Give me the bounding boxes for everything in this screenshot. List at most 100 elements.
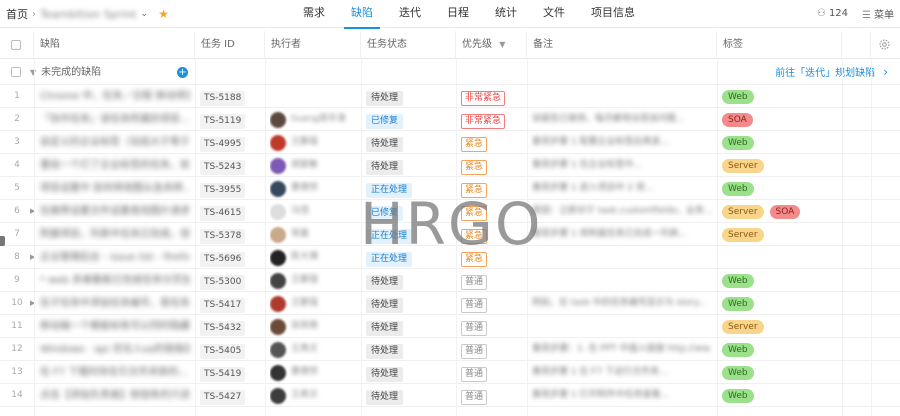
priority-cell[interactable]: 普通 <box>461 338 488 361</box>
table-row[interactable]: 5 项目设置中 如何将视图从急务转... TS-3955 曹德然 正在处理 紧急 重现步骤 … <box>0 177 900 200</box>
note-text[interactable]: 重现步骤：1. 在 PPT 中插入链接 http://ww... <box>532 338 712 361</box>
col-priority[interactable]: 优先级 ▼ <box>456 31 527 59</box>
table-row[interactable]: 12 Windows · api 优化入sa的链接后，点... TS-5405 王再文… <box>0 338 900 361</box>
status-cell[interactable]: 待处理 <box>366 269 404 292</box>
priority-cell[interactable]: 普通 <box>461 361 488 384</box>
tags-cell[interactable]: Server SOA <box>722 200 801 223</box>
status-cell[interactable]: 已修复 <box>366 200 404 223</box>
status-cell[interactable]: 待处理 <box>366 131 404 154</box>
table-row[interactable]: 2 「协作任务」该任务所属的项目... TS-5119 liuang周华涛 已修复 非常紧… <box>0 108 900 131</box>
tags-cell[interactable]: Web <box>722 269 754 292</box>
col-defect[interactable]: 缺陷 <box>34 31 195 59</box>
priority-cell[interactable]: 非常紧急 <box>461 85 506 108</box>
tab-3[interactable]: 日程 <box>434 0 482 28</box>
status-cell[interactable]: 已修复 <box>366 108 404 131</box>
table-row[interactable]: 11 移动端一个模板标有可以同时隐藏... TS-5432 张雨艳 待处理 普通 Serve… <box>0 315 900 338</box>
priority-cell[interactable]: 普通 <box>461 292 488 315</box>
table-row[interactable]: 14 点击【添加负责者】按钮条的只读... TS-5427 王再文 待处理 普通 重现步骤 … <box>0 384 900 407</box>
defect-title[interactable]: * web 多维看板已完成任务分页加... <box>40 269 190 292</box>
defect-title[interactable]: 自定义的企业标签（包括大于等于... <box>40 131 190 154</box>
defect-title[interactable]: 在 F7 下载时存在引文件夹新的... <box>40 361 190 384</box>
priority-cell[interactable]: 紧急 <box>461 154 488 177</box>
defect-title[interactable]: 项目设置中 如何将视图从急务转... <box>40 177 190 200</box>
defect-title[interactable]: 在推荐设置文件设置查找图片请求... <box>40 200 190 223</box>
priority-cell[interactable]: 非常紧急 <box>461 108 506 131</box>
col-executor[interactable]: 执行者 <box>265 31 361 59</box>
executor-cell[interactable]: 王鹏强 <box>270 131 355 154</box>
tags-cell[interactable]: Web <box>722 85 754 108</box>
note-text[interactable] <box>532 246 712 269</box>
priority-cell[interactable]: 普通 <box>461 269 488 292</box>
sidebar-toggle-handle[interactable] <box>0 236 5 246</box>
status-cell[interactable]: 正在处理 <box>366 177 413 200</box>
status-cell[interactable]: 待处理 <box>366 338 404 361</box>
defect-title[interactable]: Chrome 中，任务／日程 移动项目... <box>40 85 190 108</box>
col-task-id[interactable]: 任务 ID <box>195 31 265 59</box>
executor-cell[interactable]: liuang周华涛 <box>270 108 355 131</box>
col-note[interactable]: 备注 <box>527 31 717 59</box>
note-text[interactable]: 重现步骤 1 在 F7 下运行文件夹... <box>532 361 712 384</box>
status-cell[interactable]: 待处理 <box>366 154 404 177</box>
defect-title[interactable]: Windows · api 优化入sa的链接后，点... <box>40 338 190 361</box>
table-row[interactable]: 8 ▶ 企业管理后台 - issue list - firefox TS-5696 陈大… <box>0 246 900 269</box>
defect-title[interactable]: 附属项目，列表中任务已完成，但... <box>40 223 190 246</box>
note-text[interactable] <box>532 269 712 292</box>
priority-cell[interactable]: 普通 <box>461 384 488 407</box>
tags-cell[interactable]: Server <box>722 315 764 338</box>
executor-cell[interactable]: 张雨艳 <box>270 315 355 338</box>
priority-cell[interactable]: 紧急 <box>461 131 488 154</box>
priority-cell[interactable]: 紧急 <box>461 200 488 223</box>
select-all-checkbox[interactable] <box>11 40 21 50</box>
chevron-down-icon[interactable]: ⌄ <box>141 9 149 19</box>
executor-cell[interactable]: 王鹏强 <box>270 269 355 292</box>
tab-0[interactable]: 需求 <box>290 0 338 28</box>
tab-2[interactable]: 迭代 <box>386 0 434 28</box>
executor-cell[interactable]: 王再文 <box>270 384 355 407</box>
defect-title[interactable]: 在子任务中添加任务编号，若任务... <box>40 292 190 315</box>
table-row[interactable]: 1 Chrome 中，任务／日程 移动项目... TS-5188 待处理 非常紧急 Web <box>0 85 900 108</box>
note-text[interactable]: 该报告已使用，每月都将出现该问题... <box>532 108 712 131</box>
priority-cell[interactable]: 紧急 <box>461 223 488 246</box>
executor-cell[interactable]: 王鹏强 <box>270 292 355 315</box>
status-cell[interactable]: 正在处理 <box>366 246 413 269</box>
executor-cell[interactable]: 王再文 <box>270 338 355 361</box>
breadcrumb-home[interactable]: 首页 <box>6 6 28 22</box>
table-row[interactable]: 9 * web 多维看板已完成任务分页加... TS-5300 王鹏强 待处理 普通 Web <box>0 269 900 292</box>
table-row[interactable]: 3 自定义的企业标签（包括大于等于... TS-4995 王鹏强 待处理 紧急 重现步骤 1… <box>0 131 900 154</box>
defect-title[interactable]: 企业管理后台 - issue list - firefox <box>40 246 190 269</box>
table-row[interactable]: 6 ▶ 在推荐设置文件设置查找图片请求... TS-4615 冯茂 已修复 紧急 原因：立即对… <box>0 200 900 223</box>
breadcrumb-project[interactable]: Teambition Sprint <box>40 8 137 21</box>
executor-cell[interactable]: 冯茂 <box>270 200 355 223</box>
executor-cell[interactable]: 常嘉 <box>270 223 355 246</box>
table-row[interactable]: 10 ▶ 在子任务中添加任务编号，若任务... TS-5417 王鹏强 待处理 普通 例如，在… <box>0 292 900 315</box>
note-text[interactable] <box>532 85 712 108</box>
executor-cell[interactable]: 曹德然 <box>270 177 355 200</box>
col-status[interactable]: 任务状态 <box>361 31 456 59</box>
tab-5[interactable]: 文件 <box>530 0 578 28</box>
note-text[interactable]: 重现步骤 1 进入项目中 2 将... <box>532 177 712 200</box>
note-text[interactable]: 重现步骤 1 打开附件中任务查看... <box>532 384 712 407</box>
priority-cell[interactable]: 普通 <box>461 315 488 338</box>
tags-cell[interactable]: Server <box>722 223 764 246</box>
status-cell[interactable]: 待处理 <box>366 315 404 338</box>
tags-cell[interactable]: Web <box>722 361 754 384</box>
defect-title[interactable]: 移动端一个模板标有可以同时隐藏... <box>40 315 190 338</box>
tags-cell[interactable]: Web <box>722 384 754 407</box>
tab-6[interactable]: 项目信息 <box>578 0 648 28</box>
status-cell[interactable]: 正在处理 <box>366 223 413 246</box>
table-row[interactable]: 13 在 F7 下载时存在引文件夹新的... TS-5419 曹德然 待处理 普通 重现步骤… <box>0 361 900 384</box>
tab-1[interactable]: 缺陷 <box>338 0 386 29</box>
status-cell[interactable]: 待处理 <box>366 361 404 384</box>
note-text[interactable] <box>532 315 712 338</box>
tags-cell[interactable]: Server <box>722 154 764 177</box>
note-text[interactable]: 重现步骤 1 将附属任务已完成一列表... <box>532 223 712 246</box>
tags-cell[interactable]: Web <box>722 292 754 315</box>
table-row[interactable]: 4 重组一个灯了企业标签的任务，依... TS-5243 胡家敏 待处理 紧急 重现步骤 1… <box>0 154 900 177</box>
sort-down-icon[interactable]: ▼ <box>499 40 505 49</box>
defect-title[interactable]: 「协作任务」该任务所属的项目... <box>40 108 190 131</box>
priority-cell[interactable]: 紧急 <box>461 246 488 269</box>
members-button[interactable]: ⚇ 124 <box>817 8 848 19</box>
note-text[interactable]: 重现步骤 1 在企业标签中... <box>532 154 712 177</box>
executor-cell[interactable] <box>270 85 355 108</box>
defect-title[interactable]: 点击【添加负责者】按钮条的只读... <box>40 384 190 407</box>
